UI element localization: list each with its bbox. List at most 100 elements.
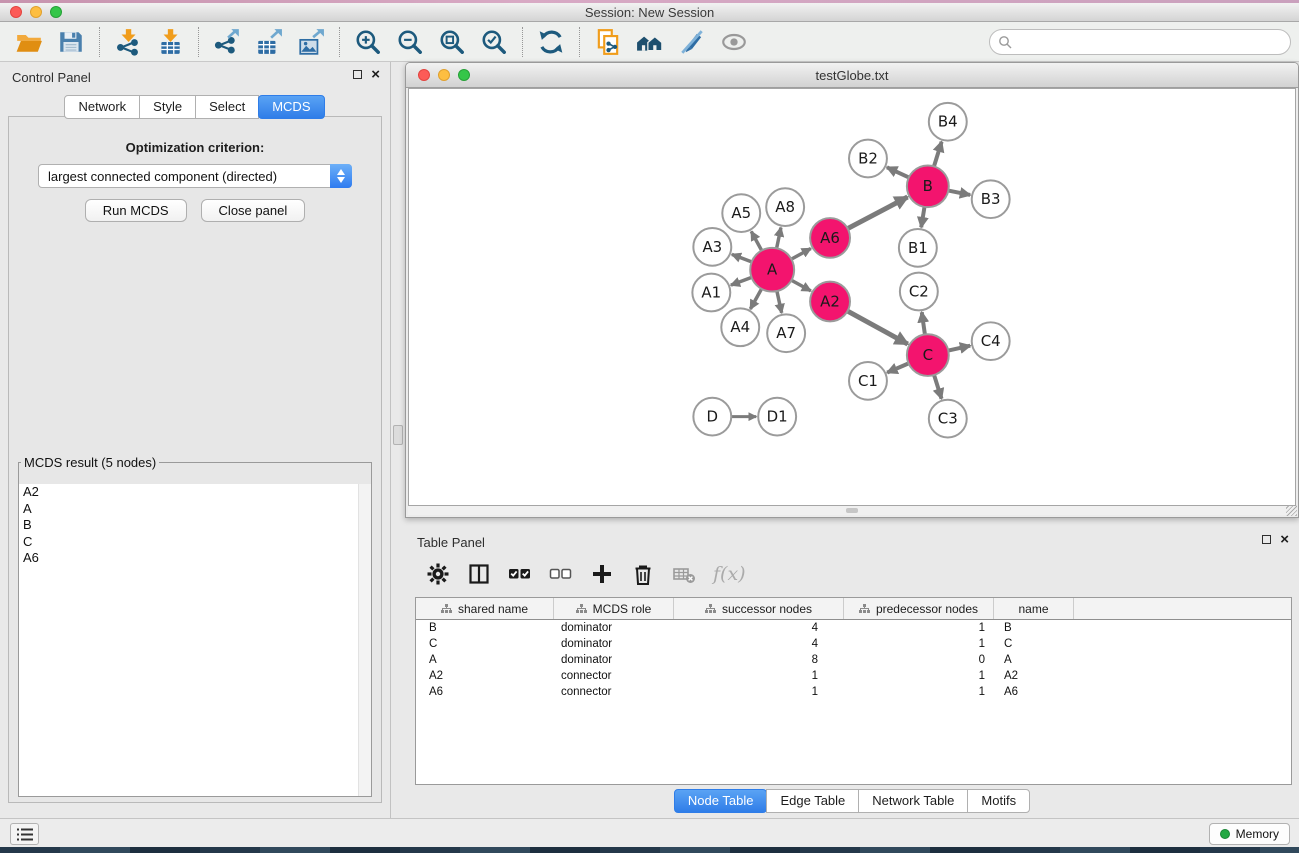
zoom-fit-icon[interactable] bbox=[438, 28, 466, 56]
table-cell: A6 bbox=[994, 686, 1074, 698]
tab-mcds[interactable]: MCDS bbox=[258, 95, 324, 119]
result-item[interactable]: A6 bbox=[19, 550, 371, 567]
show-graphics-details-eye-icon[interactable] bbox=[720, 28, 748, 56]
graph-edge-C-C2[interactable] bbox=[922, 312, 925, 334]
table-options-gear-icon[interactable] bbox=[426, 562, 450, 586]
graph-edge-A-A1[interactable] bbox=[731, 277, 752, 285]
toolbar-separator bbox=[99, 27, 100, 57]
function-builder-icon[interactable]: f(x) bbox=[713, 563, 746, 585]
app-titlebar: Session: New Session bbox=[0, 3, 1299, 22]
search-input[interactable] bbox=[1012, 32, 1290, 52]
graph-edge-B-B3[interactable] bbox=[948, 191, 970, 195]
result-item[interactable]: A2 bbox=[19, 484, 371, 501]
graph-edge-C-C4[interactable] bbox=[948, 346, 970, 351]
tab-style[interactable]: Style bbox=[139, 95, 196, 119]
graph-edge-C-C3[interactable] bbox=[934, 375, 941, 399]
tab-network[interactable]: Network bbox=[64, 95, 140, 119]
graph-edge-A2-C[interactable] bbox=[848, 311, 908, 344]
graph-edge-C-C1[interactable] bbox=[887, 363, 908, 372]
close-table-panel-icon[interactable]: × bbox=[1280, 535, 1289, 544]
window-resize-grip[interactable] bbox=[1286, 505, 1297, 516]
refresh-network-icon[interactable] bbox=[537, 28, 565, 56]
hide-graphics-details-icon[interactable] bbox=[678, 28, 706, 56]
graph-node-label-C2: C2 bbox=[909, 283, 929, 301]
criterion-dropdown[interactable]: largest connected component (directed) bbox=[38, 164, 352, 188]
select-all-icon[interactable] bbox=[508, 562, 532, 586]
graph-node-label-B1: B1 bbox=[908, 239, 928, 257]
criterion-selected-value: largest connected component (directed) bbox=[39, 169, 351, 184]
table-row[interactable]: Cdominator41C bbox=[416, 636, 1291, 652]
export-table-icon[interactable] bbox=[255, 28, 283, 56]
tab-network-table[interactable]: Network Table bbox=[858, 789, 968, 813]
result-scrollbar[interactable] bbox=[358, 484, 371, 796]
tab-edge-table[interactable]: Edge Table bbox=[766, 789, 859, 813]
mcds-result-title: MCDS result (5 nodes) bbox=[21, 455, 159, 470]
float-table-panel-icon[interactable] bbox=[1262, 535, 1271, 544]
graph-edge-A6-B[interactable] bbox=[848, 197, 908, 229]
panel-splitter-handle[interactable] bbox=[393, 425, 403, 445]
deselect-all-icon[interactable] bbox=[549, 562, 573, 586]
export-network-icon[interactable] bbox=[213, 28, 241, 56]
memory-label: Memory bbox=[1236, 827, 1279, 841]
add-row-plus-icon[interactable] bbox=[590, 562, 614, 586]
graph-edge-A-A8[interactable] bbox=[777, 228, 781, 249]
zoom-selected-icon[interactable] bbox=[480, 28, 508, 56]
graph-edge-A-A2[interactable] bbox=[791, 280, 810, 291]
result-item[interactable]: A bbox=[19, 501, 371, 518]
tab-select[interactable]: Select bbox=[195, 95, 259, 119]
graph-edge-A-A4[interactable] bbox=[750, 289, 761, 309]
tab-motifs[interactable]: Motifs bbox=[967, 789, 1030, 813]
new-network-from-selection-icon[interactable] bbox=[594, 28, 622, 56]
column-header-predecessor-nodes[interactable]: predecessor nodes bbox=[844, 598, 994, 619]
task-history-button[interactable] bbox=[10, 823, 39, 845]
table-cell: connector bbox=[554, 670, 674, 682]
column-header-name[interactable]: name bbox=[994, 598, 1074, 619]
table-row[interactable]: A6connector11A6 bbox=[416, 684, 1291, 700]
graph-edge-A-A3[interactable] bbox=[732, 254, 752, 262]
graph-edge-A-A6[interactable] bbox=[791, 248, 810, 259]
network-canvas[interactable]: B4B2BB3A5A8A6B1A3AC2A1A2A4A7C4CC1DD1C3 bbox=[408, 88, 1296, 506]
float-panel-icon[interactable] bbox=[353, 70, 362, 79]
network-window-titlebar[interactable]: testGlobe.txt bbox=[406, 63, 1298, 88]
table-row[interactable]: Bdominator41B bbox=[416, 620, 1291, 636]
network-graph[interactable]: B4B2BB3A5A8A6B1A3AC2A1A2A4A7C4CC1DD1C3 bbox=[409, 89, 1295, 505]
delete-rows-trash-icon[interactable] bbox=[631, 562, 655, 586]
table-panel: Table Panel × bbox=[405, 527, 1299, 818]
graph-node-label-B3: B3 bbox=[981, 190, 1001, 208]
import-table-icon[interactable] bbox=[156, 28, 184, 56]
zoom-out-icon[interactable] bbox=[396, 28, 424, 56]
open-session-icon[interactable] bbox=[15, 28, 43, 56]
column-header-shared-name[interactable]: shared name bbox=[416, 598, 554, 619]
table-row[interactable]: A2connector11A2 bbox=[416, 668, 1291, 684]
graph-edge-A-A5[interactable] bbox=[751, 231, 761, 250]
graph-node-label-A2: A2 bbox=[820, 292, 840, 310]
toolbar-separator bbox=[579, 27, 580, 57]
delete-table-icon[interactable] bbox=[672, 562, 696, 586]
network-horizontal-scrollbar[interactable] bbox=[408, 506, 1296, 515]
show-columns-icon[interactable] bbox=[467, 562, 491, 586]
table-row[interactable]: Adominator80A bbox=[416, 652, 1291, 668]
graph-edge-B-B4[interactable] bbox=[934, 142, 942, 167]
close-panel-icon[interactable]: × bbox=[371, 70, 380, 79]
dropdown-stepper-icon bbox=[330, 164, 352, 188]
tab-node-table[interactable]: Node Table bbox=[674, 789, 768, 813]
save-session-icon[interactable] bbox=[57, 28, 85, 56]
result-item[interactable]: C bbox=[19, 534, 371, 551]
import-network-icon[interactable] bbox=[114, 28, 142, 56]
zoom-in-icon[interactable] bbox=[354, 28, 382, 56]
scrollbar-thumb[interactable] bbox=[846, 508, 858, 513]
graph-edge-B-B2[interactable] bbox=[887, 167, 909, 177]
graph-node-label-D1: D1 bbox=[767, 408, 788, 426]
memory-button[interactable]: Memory bbox=[1209, 823, 1290, 845]
result-item[interactable]: B bbox=[19, 517, 371, 534]
first-neighbors-icon[interactable] bbox=[636, 28, 664, 56]
close-panel-button[interactable]: Close panel bbox=[201, 199, 306, 222]
column-header-successor-nodes[interactable]: successor nodes bbox=[674, 598, 844, 619]
table-cell: B bbox=[416, 622, 554, 634]
column-header-mcds-role[interactable]: MCDS role bbox=[554, 598, 674, 619]
graph-edge-B-B1[interactable] bbox=[921, 207, 924, 227]
run-mcds-button[interactable]: Run MCDS bbox=[85, 199, 187, 222]
search-box[interactable] bbox=[989, 29, 1291, 55]
graph-edge-A-A7[interactable] bbox=[777, 291, 782, 313]
export-image-icon[interactable] bbox=[297, 28, 325, 56]
